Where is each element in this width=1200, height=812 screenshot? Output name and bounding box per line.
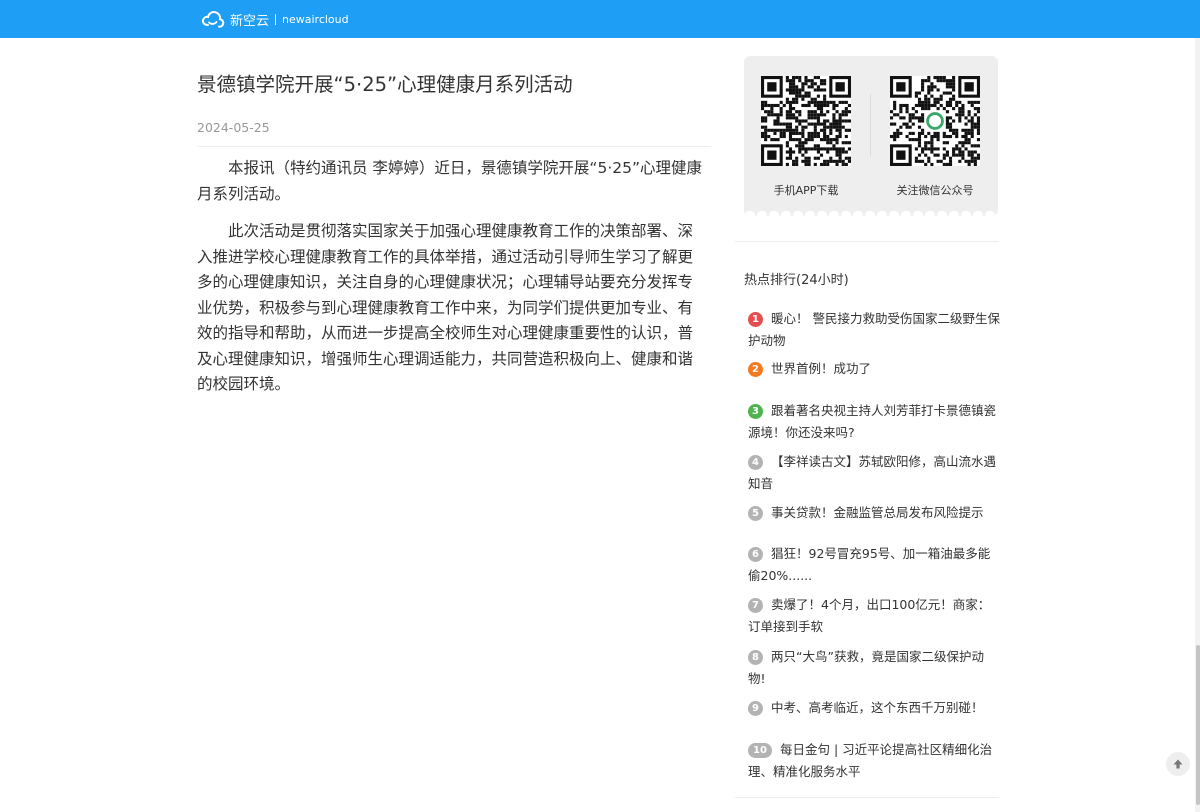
qr-code-icon xyxy=(890,76,980,166)
rank-badge: 4 xyxy=(748,455,763,470)
hot-list-item[interactable]: 9 中考、高考临近，这个东西千万别碰！ xyxy=(748,697,1000,719)
hot-item-title[interactable]: 事关贷款！金融监管总局发布风险提示 xyxy=(771,505,984,520)
rank-badge: 6 xyxy=(748,547,763,562)
back-to-top-button[interactable] xyxy=(1166,752,1190,776)
hot-list-item[interactable]: 2 世界首例！成功了 xyxy=(748,358,1000,380)
wechat-qr[interactable]: 关注微信公众号 xyxy=(889,76,981,198)
hot-item-title[interactable]: 猖狂！92号冒充95号、加一箱油最多能偷20%...... xyxy=(748,546,990,583)
qr-code-card: 手机APP下载 关注微信公众号 xyxy=(744,56,998,216)
hot-item-title[interactable]: 卖爆了！4个月，出口100亿元！商家：订单接到手软 xyxy=(748,597,990,634)
app-download-qr[interactable]: 手机APP下载 xyxy=(760,76,852,198)
hot-list-item[interactable]: 8 两只“大鸟”获救，竟是国家二级保护动物! xyxy=(748,646,1000,690)
logo-separator xyxy=(275,13,277,25)
hot-ranking-title: 热点排行(24小时) xyxy=(744,273,849,288)
article-body: 本报讯（特约通讯员 李婷婷）近日，景德镇学院开展“5·25”心理健康月系列活动。… xyxy=(197,156,707,410)
qr-caption-app: 手机APP下载 xyxy=(773,184,839,197)
hot-item-title[interactable]: 暖心！ 警民接力救助受伤国家二级野生保护动物 xyxy=(748,311,1000,348)
hot-list-item[interactable]: 10 每日金句 | 习近平论提高社区精细化治理、精准化服务水平 xyxy=(748,739,1000,783)
rank-badge: 10 xyxy=(748,743,772,758)
qr-code-icon xyxy=(761,76,851,166)
qr-caption-wechat: 关注微信公众号 xyxy=(896,184,974,197)
hot-list-item[interactable]: 6 猖狂！92号冒充95号、加一箱油最多能偷20%...... xyxy=(748,543,1000,587)
hot-item-title[interactable]: 中考、高考临近，这个东西千万别碰！ xyxy=(771,700,984,715)
rank-badge: 5 xyxy=(748,506,763,521)
rank-badge: 9 xyxy=(748,701,763,716)
article: 景德镇学院开展“5·25”心理健康月系列活动 2024-05-25 本报讯（特约… xyxy=(197,70,711,393)
logo-text-cn: 新空云 xyxy=(230,13,270,29)
article-title: 景德镇学院开展“5·25”心理健康月系列活动 xyxy=(197,73,573,96)
article-date: 2024-05-25 xyxy=(197,120,270,135)
rank-badge: 1 xyxy=(748,312,763,327)
arrow-up-icon xyxy=(1173,759,1183,769)
hot-item-title[interactable]: 跟着著名央视主持人刘芳菲打卡景德镇瓷源境！你还没来吗? xyxy=(748,403,996,440)
rank-badge: 8 xyxy=(748,650,763,665)
cloud-logo-icon xyxy=(201,11,225,28)
site-logo[interactable]: 新空云 newaircloud xyxy=(201,7,349,31)
sidebar-divider xyxy=(735,241,999,242)
scallop-edge xyxy=(744,208,998,216)
article-paragraph: 此次活动是贯彻落实国家关于加强心理健康教育工作的决策部署、深入推进学校心理健康教… xyxy=(197,222,694,393)
hot-list-item[interactable]: 3 跟着著名央视主持人刘芳菲打卡景德镇瓷源境！你还没来吗? xyxy=(748,400,1000,444)
sidebar-bottom-divider xyxy=(735,797,999,798)
article-divider xyxy=(197,146,711,147)
qr-separator xyxy=(870,94,871,156)
hot-list-item[interactable]: 7 卖爆了！4个月，出口100亿元！商家：订单接到手软 xyxy=(748,594,1000,638)
article-paragraph: 本报讯（特约通讯员 李婷婷）近日，景德镇学院开展“5·25”心理健康月系列活动。 xyxy=(197,159,703,203)
hot-list-item[interactable]: 4 【李祥读古文】苏轼欧阳修，高山流水遇知音 xyxy=(748,451,1000,495)
scrollbar-thumb[interactable] xyxy=(1196,645,1200,805)
hot-item-title[interactable]: 世界首例！成功了 xyxy=(771,361,871,376)
hot-item-title[interactable]: 【李祥读古文】苏轼欧阳修，高山流水遇知音 xyxy=(748,454,996,491)
rank-badge: 7 xyxy=(748,598,763,613)
hot-item-title[interactable]: 两只“大鸟”获救，竟是国家二级保护动物! xyxy=(748,649,984,686)
top-bar: 新空云 newaircloud xyxy=(0,0,1200,38)
hot-item-title[interactable]: 每日金句 | 习近平论提高社区精细化治理、精准化服务水平 xyxy=(748,742,992,779)
hot-list-item[interactable]: 1 暖心！ 警民接力救助受伤国家二级野生保护动物 xyxy=(748,308,1000,352)
rank-badge: 3 xyxy=(748,404,763,419)
logo-text-en: newaircloud xyxy=(282,12,349,26)
hot-list-item[interactable]: 5 事关贷款！金融监管总局发布风险提示 xyxy=(748,502,1000,524)
rank-badge: 2 xyxy=(748,362,763,377)
